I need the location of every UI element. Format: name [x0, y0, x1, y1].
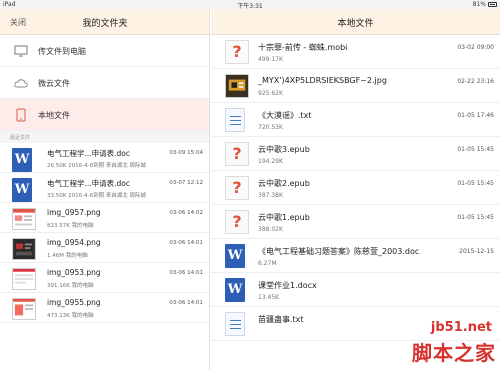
menu-item-label: 传文件到电脑	[38, 47, 86, 56]
battery-icon	[488, 2, 497, 7]
file-date: 03-06 14:01	[169, 270, 203, 276]
file-row[interactable]: W 《电气工程基础习题答案》陈慈萱_2003.doc 2015-12-15 6.…	[211, 239, 500, 273]
local-files-panel: 本地文件 ? 十宗罪-前传 - 蜘蛛.mobi 03-02 09:00 499.…	[211, 9, 500, 370]
file-meta: 1.46M 我的电脑	[47, 253, 88, 259]
unknown-file-icon: ?	[225, 40, 249, 64]
file-date: 03-07 12:12	[169, 180, 203, 186]
file-row[interactable]: _MYX')4XP5LDRSIEKSBGF~2.jpg 02-22 23:16 …	[211, 69, 500, 103]
recent-file-row[interactable]: W 电气工程学...申请表.doc 03-07 12:12 33.50K 201…	[0, 173, 209, 203]
image-thumbnail	[12, 238, 36, 260]
menu-item-local-files[interactable]: 本地文件	[0, 99, 209, 131]
file-date: 2015-12-15	[459, 248, 494, 255]
photo-thumbnail	[225, 74, 249, 98]
word-doc-icon: W	[225, 244, 245, 268]
recent-file-row[interactable]: img_0955.png 03-06 14:01 473.13K 我的电脑	[0, 293, 209, 323]
file-meta: 823.57K 我的电脑	[47, 223, 94, 229]
status-bar: iPad 下午3:31 81%	[0, 0, 500, 10]
file-name: 课堂作业1.docx	[258, 281, 317, 290]
file-date: 03-06 14:02	[169, 210, 203, 216]
file-name: img_0957.png	[47, 208, 101, 217]
file-date: 03-06 14:01	[169, 240, 203, 246]
menu-item-weiyun[interactable]: 微云文件	[0, 67, 209, 99]
watermark-brand: 脚本之家	[412, 341, 496, 365]
text-file-icon	[225, 108, 245, 132]
file-date: 01-05 15:45	[457, 146, 494, 153]
file-name: 《大漠谣》.txt	[258, 111, 312, 120]
menu-item-label: 微云文件	[38, 79, 70, 88]
file-size: 6.27M	[258, 260, 277, 267]
image-thumbnail	[12, 298, 36, 320]
unknown-file-icon: ?	[225, 142, 249, 166]
recent-file-row[interactable]: W 电气工程学...申请表.doc 03-09 15:04 26.50K 201…	[0, 143, 209, 173]
watermark-domain: jb51.net	[430, 320, 492, 335]
file-size: 925.62K	[258, 90, 283, 97]
file-name: 云中歌2.epub	[258, 179, 310, 188]
file-name: 《电气工程基础习题答案》陈慈萱_2003.doc	[258, 247, 420, 256]
file-row[interactable]: ? 云中歌1.epub 01-05 15:45 388.02K	[211, 205, 500, 239]
word-doc-icon: W	[225, 278, 245, 302]
file-date: 03-02 09:00	[457, 44, 494, 51]
site-watermark: jb51.net 脚本之家	[404, 320, 496, 368]
file-row[interactable]: W 课堂作业1.docx 13.45K	[211, 273, 500, 307]
file-date: 02-22 23:16	[457, 78, 494, 85]
file-row[interactable]: ? 云中歌3.epub 01-05 15:45 194.29K	[211, 137, 500, 171]
folder-sidebar: 关闭 我的文件夹 传文件到电脑 微云文件 本地文件 最近文件 W 电气工程学..…	[0, 9, 210, 370]
panel-header: 本地文件	[211, 9, 500, 35]
file-name: 苗疆蛊事.txt	[258, 315, 304, 324]
file-meta: 473.13K 我的电脑	[47, 313, 94, 319]
file-name: 电气工程学...申请表.doc	[47, 179, 131, 188]
recent-file-row[interactable]: img_0953.png 03-06 14:01 391.16K 我的电脑	[0, 263, 209, 293]
file-meta: 33.50K 2016-4-6到期 来自湖北 周际城	[47, 193, 147, 199]
monitor-icon	[14, 45, 28, 57]
file-date: 03-06 14:01	[169, 300, 203, 306]
sidebar-header: 关闭 我的文件夹	[0, 9, 209, 35]
tablet-icon	[16, 108, 26, 122]
file-name: img_0955.png	[47, 298, 101, 307]
file-row[interactable]: ? 十宗罪-前传 - 蜘蛛.mobi 03-02 09:00 499.17K	[211, 35, 500, 69]
recent-file-row[interactable]: img_0954.png 03-06 14:01 1.46M 我的电脑	[0, 233, 209, 263]
cloud-icon	[14, 79, 28, 88]
image-thumbnail	[12, 208, 36, 230]
menu-item-transfer[interactable]: 传文件到电脑	[0, 35, 209, 67]
file-name: 云中歌1.epub	[258, 213, 310, 222]
file-size: 194.29K	[258, 158, 283, 165]
file-name: 电气工程学...申请表.doc	[47, 149, 131, 158]
file-size: 720.53K	[258, 124, 283, 131]
file-row[interactable]: 《大漠谣》.txt 01-05 17:46 720.53K	[211, 103, 500, 137]
sidebar-title: 我的文件夹	[82, 19, 128, 29]
unknown-file-icon: ?	[225, 210, 249, 234]
file-date: 03-09 15:04	[169, 150, 203, 156]
word-doc-icon: W	[12, 148, 32, 172]
file-name: _MYX')4XP5LDRSIEKSBGF~2.jpg	[258, 76, 387, 85]
recent-file-row[interactable]: img_0957.png 03-06 14:02 823.57K 我的电脑	[0, 203, 209, 233]
file-date: 01-05 17:46	[457, 112, 494, 119]
panel-title: 本地文件	[337, 19, 374, 29]
file-name: 十宗罪-前传 - 蜘蛛.mobi	[258, 43, 348, 52]
file-size: 387.38K	[258, 192, 283, 199]
unknown-file-icon: ?	[225, 176, 249, 200]
file-size: 499.17K	[258, 56, 283, 63]
file-name: img_0953.png	[47, 268, 101, 277]
file-size: 388.02K	[258, 226, 283, 233]
file-name: img_0954.png	[47, 238, 101, 247]
word-doc-icon: W	[12, 178, 32, 202]
file-meta: 26.50K 2016-4-8到期 来自湖北 周际城	[47, 163, 147, 169]
file-date: 01-05 15:45	[457, 180, 494, 187]
file-meta: 391.16K 我的电脑	[47, 283, 94, 289]
file-date: 01-05 15:45	[457, 214, 494, 221]
recent-section-header: 最近文件	[0, 131, 209, 143]
battery-percent: 81%	[472, 1, 486, 8]
image-thumbnail	[12, 268, 36, 290]
menu-item-label: 本地文件	[38, 111, 70, 120]
file-size: 13.45K	[258, 294, 280, 301]
text-file-icon	[225, 312, 245, 336]
file-name: 云中歌3.epub	[258, 145, 310, 154]
file-row[interactable]: ? 云中歌2.epub 01-05 15:45 387.38K	[211, 171, 500, 205]
